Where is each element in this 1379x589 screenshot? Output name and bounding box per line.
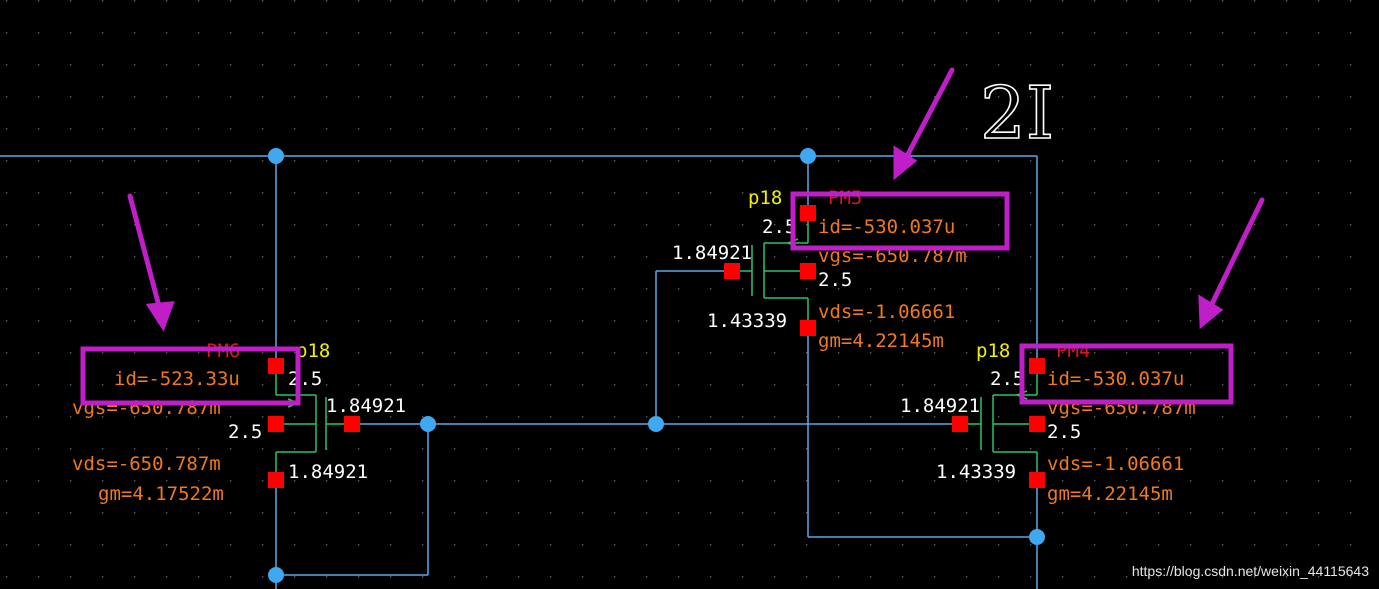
pm4-model-label: p18 — [976, 340, 1010, 362]
pm6-vds: vds=-650.787m — [72, 453, 221, 475]
pm4-vds: vds=-1.06661 — [1047, 453, 1184, 475]
pm4-source-voltage: 2.5 — [990, 368, 1024, 390]
junction-dot — [268, 567, 284, 583]
pm6-drain-pin[interactable] — [268, 472, 284, 488]
junction-dot — [420, 416, 436, 432]
pm5-drain-voltage: 1.43339 — [707, 310, 787, 332]
pm5-gate-voltage: 1.84921 — [672, 242, 752, 264]
pm6-gm: gm=4.17522m — [98, 483, 224, 505]
pm6-source-voltage: 2.5 — [288, 368, 322, 390]
pm4-drain-pin[interactable] — [1029, 472, 1045, 488]
pm5-source-pin[interactable] — [800, 205, 816, 221]
pm6-vgs: vgs=-650.787m — [72, 397, 221, 419]
pm5-bulk-pin[interactable] — [800, 263, 816, 279]
pm4-source-pin[interactable] — [1029, 358, 1045, 374]
pm4-gate-pin[interactable] — [952, 416, 968, 432]
pm5-drain-pin[interactable] — [800, 320, 816, 336]
pm5-model-label: p18 — [748, 187, 782, 209]
pm4-bulk-pin[interactable] — [1029, 416, 1045, 432]
pm5-gm: gm=4.22145m — [818, 330, 944, 352]
handwritten-2i-annotation: 2I — [980, 71, 1054, 155]
pm4-instance-label: PM4 — [1056, 340, 1090, 362]
pm4-gate-voltage: 1.84921 — [900, 395, 980, 417]
pm5-instance-label: PM5 — [828, 187, 862, 209]
pm4-id: id=-530.037u — [1047, 368, 1184, 390]
pm6-source-pin[interactable] — [268, 358, 284, 374]
pm6-model-label: p18 — [296, 340, 330, 362]
pm6-gate-pin[interactable] — [344, 416, 360, 432]
pm6-gate-voltage: 1.84921 — [326, 395, 406, 417]
pm6-bulk-voltage: 2.5 — [228, 421, 262, 443]
junction-dot — [648, 416, 664, 432]
pm6-id: id=-523.33u — [114, 368, 240, 390]
pm5-id: id=-530.037u — [818, 216, 955, 238]
junction-dot — [268, 148, 284, 164]
pm4-gm: gm=4.22145m — [1047, 483, 1173, 505]
schematic-canvas[interactable]: PM6 p18 2.5 id=-523.33u vgs=-650.787m 1.… — [0, 0, 1379, 589]
pm6-drain-voltage: 1.84921 — [288, 461, 368, 483]
junction-dot — [800, 148, 816, 164]
pm4-bulk-voltage: 2.5 — [1047, 421, 1081, 443]
pm6-bulk-pin[interactable] — [268, 416, 284, 432]
pm5-bulk-voltage: 2.5 — [818, 269, 852, 291]
pm5-gate-pin[interactable] — [724, 263, 740, 279]
pm4-drain-voltage: 1.43339 — [936, 461, 1016, 483]
pm5-vds: vds=-1.06661 — [818, 301, 955, 323]
watermark: https://blog.csdn.net/weixin_44115643 — [1131, 563, 1369, 579]
junction-dot — [1029, 529, 1045, 545]
